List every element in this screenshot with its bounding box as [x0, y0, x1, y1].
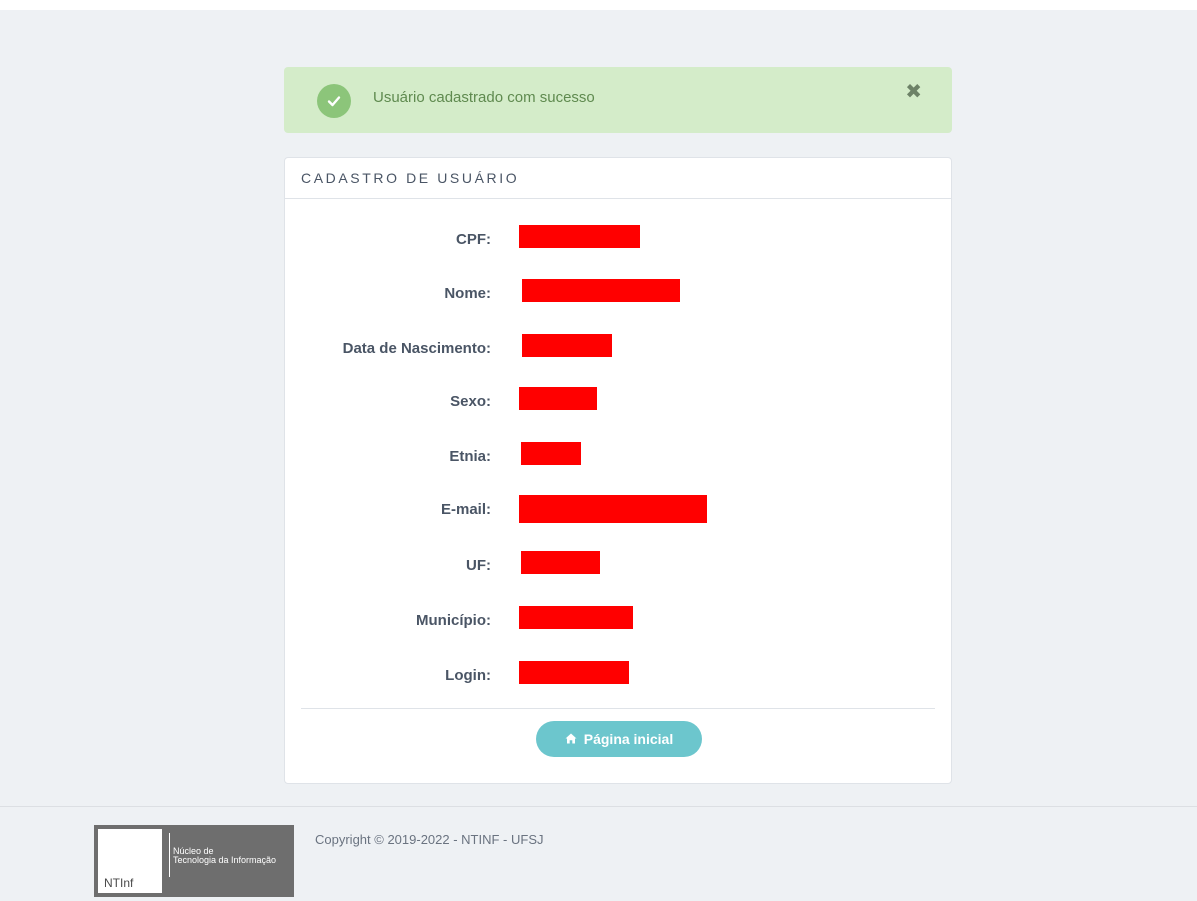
redacted-value	[519, 225, 640, 248]
home-button-label: Página inicial	[583, 731, 674, 747]
field-row-login: Login:	[285, 661, 953, 691]
redacted-value	[519, 387, 597, 410]
field-row-data-nascimento: Data de Nascimento:	[285, 334, 953, 364]
field-label: Etnia:	[449, 448, 491, 465]
close-icon[interactable]: ✖	[905, 82, 922, 102]
copyright-text: Copyright © 2019-2022 - NTINF - UFSJ	[315, 832, 544, 847]
logo-text: Núcleo de Tecnologia da Informação	[173, 847, 276, 865]
success-alert: Usuário cadastrado com sucesso ✖	[284, 67, 952, 133]
redacted-value	[519, 661, 629, 684]
logo-mark: NTInf	[98, 829, 162, 893]
field-row-etnia: Etnia:	[285, 442, 953, 472]
redacted-value	[522, 334, 612, 357]
redacted-value	[521, 551, 600, 574]
panel-title: CADASTRO DE USUÁRIO	[301, 170, 520, 186]
redacted-value	[522, 279, 680, 302]
alert-message: Usuário cadastrado com sucesso	[373, 89, 595, 106]
field-row-nome: Nome:	[285, 279, 953, 309]
field-label: E-mail:	[440, 501, 491, 518]
field-row-municipio: Município:	[285, 606, 953, 636]
field-label: UF:	[466, 557, 491, 574]
field-label: Nome:	[444, 285, 491, 302]
panel-header: CADASTRO DE USUÁRIO	[285, 158, 951, 199]
redacted-value	[521, 442, 581, 465]
home-icon	[565, 731, 577, 747]
redacted-value	[519, 606, 633, 629]
check-circle-icon	[317, 84, 351, 118]
field-row-uf: UF:	[285, 551, 953, 581]
ntinf-logo: NTInf Núcleo de Tecnologia da Informação	[94, 825, 294, 897]
top-bar	[0, 0, 1197, 10]
divider	[301, 708, 935, 709]
field-label: Data de Nascimento:	[342, 340, 491, 357]
field-row-cpf: CPF:	[285, 225, 953, 255]
footer-divider	[0, 806, 1197, 807]
logo-separator	[169, 833, 170, 877]
logo-line-2: Tecnologia da Informação	[173, 855, 277, 865]
field-label: Sexo:	[450, 393, 491, 410]
home-page-button[interactable]: Página inicial	[536, 721, 702, 757]
field-row-email: E-mail:	[285, 495, 953, 525]
field-label: Município:	[416, 612, 491, 629]
field-label: CPF:	[456, 231, 491, 248]
user-registration-panel: CADASTRO DE USUÁRIO CPF: Nome: Data de N…	[284, 157, 952, 784]
field-label: Login:	[445, 667, 491, 684]
field-row-sexo: Sexo:	[285, 387, 953, 417]
redacted-value	[519, 495, 707, 523]
logo-abbr: NTInf	[104, 876, 134, 890]
